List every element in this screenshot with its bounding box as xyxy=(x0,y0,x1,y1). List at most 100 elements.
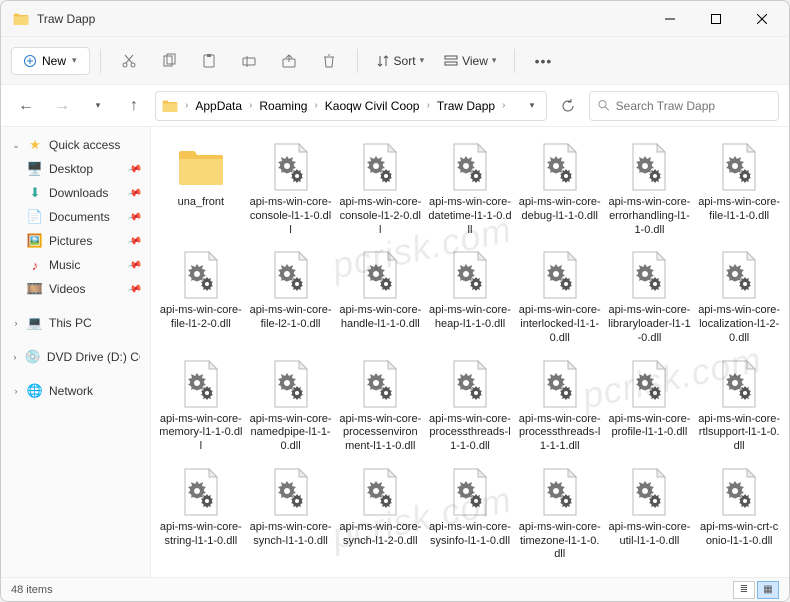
search-icon xyxy=(598,99,610,112)
sort-button[interactable]: Sort ▾ xyxy=(368,50,433,72)
pictures-icon: 🖼️ xyxy=(27,233,43,249)
dll-icon xyxy=(534,466,586,518)
file-item[interactable]: api-ms-win-core-file-l2-1-0.dll xyxy=(247,245,335,349)
new-label: New xyxy=(42,54,66,68)
file-item[interactable]: api-ms-win-core-errorhandling-l1-1-0.dll xyxy=(606,137,694,241)
sidebar: ⌄ ★ Quick access 🖥️ Desktop 📌 ⬇ Download… xyxy=(1,127,151,577)
sidebar-item-videos[interactable]: 🎞️ Videos 📌 xyxy=(1,277,150,301)
file-item[interactable]: api-ms-win-core-localization-l1-2-0.dll xyxy=(695,245,783,349)
dll-icon xyxy=(444,249,496,301)
up-button[interactable]: ↑ xyxy=(119,91,149,121)
copy-button[interactable] xyxy=(151,45,187,77)
delete-button[interactable] xyxy=(311,45,347,77)
dll-icon xyxy=(713,358,765,410)
file-item[interactable]: api-ms-win-crt-conio-l1-1-0.dll xyxy=(695,462,783,566)
minimize-button[interactable] xyxy=(647,3,693,35)
file-item[interactable]: api-ms-win-core-heap-l1-1-0.dll xyxy=(426,245,514,349)
rename-button[interactable] xyxy=(231,45,267,77)
forward-button[interactable]: → xyxy=(47,91,77,121)
icons-view-toggle[interactable]: ▦ xyxy=(757,581,779,599)
file-label: api-ms-win-core-processthreads-l1-1-1.dl… xyxy=(518,413,602,454)
folder-item[interactable]: una_front xyxy=(157,137,245,241)
details-view-toggle[interactable]: ≣ xyxy=(733,581,755,599)
view-icon xyxy=(444,54,458,68)
dll-icon xyxy=(175,358,227,410)
sidebar-item-desktop[interactable]: 🖥️ Desktop 📌 xyxy=(1,157,150,181)
cut-button[interactable] xyxy=(111,45,147,77)
chevron-right-icon: › xyxy=(248,100,253,111)
crumb-kaoqw[interactable]: Kaoqw Civil Coop xyxy=(321,97,424,115)
music-icon: ♪ xyxy=(27,257,43,273)
sidebar-item-label: Music xyxy=(49,258,80,272)
file-label: api-ms-win-core-namedpipe-l1-1-0.dll xyxy=(249,413,333,454)
chevron-down-icon: ▾ xyxy=(420,55,425,66)
file-item[interactable]: api-ms-win-core-namedpipe-l1-1-0.dll xyxy=(247,354,335,458)
chevron-right-icon: › xyxy=(313,100,318,111)
refresh-button[interactable] xyxy=(553,91,583,121)
maximize-button[interactable] xyxy=(693,3,739,35)
file-item[interactable]: api-ms-win-core-memory-l1-1-0.dll xyxy=(157,354,245,458)
pin-icon: 📌 xyxy=(126,209,142,225)
file-pane[interactable]: pcrisk.com pcrisk.com pcrisk.com una_fro… xyxy=(151,127,789,577)
star-icon: ★ xyxy=(27,137,43,153)
dll-icon xyxy=(265,358,317,410)
close-button[interactable] xyxy=(739,3,785,35)
crumb-trawdapp[interactable]: Traw Dapp xyxy=(433,97,499,115)
downloads-icon: ⬇ xyxy=(27,185,43,201)
file-item[interactable]: api-ms-win-core-sysinfo-l1-1-0.dll xyxy=(426,462,514,566)
chevron-right-icon: › xyxy=(184,100,189,111)
file-item[interactable]: api-ms-win-core-processthreads-l1-1-0.dl… xyxy=(426,354,514,458)
sidebar-item-label: DVD Drive (D:) CCCC xyxy=(47,350,140,364)
file-item[interactable]: api-ms-win-core-console-l1-1-0.dll xyxy=(247,137,335,241)
dll-icon xyxy=(265,141,317,193)
sidebar-item-music[interactable]: ♪ Music 📌 xyxy=(1,253,150,277)
search-input[interactable] xyxy=(616,99,770,113)
more-button[interactable]: ••• xyxy=(525,45,561,77)
file-item[interactable]: api-ms-win-core-libraryloader-l1-1-0.dll xyxy=(606,245,694,349)
file-label: api-ms-win-core-localization-l1-2-0.dll xyxy=(697,304,781,345)
file-item[interactable]: api-ms-win-core-synch-l1-1-0.dll xyxy=(247,462,335,566)
view-button[interactable]: View ▾ xyxy=(436,50,504,72)
sidebar-quick-access[interactable]: ⌄ ★ Quick access xyxy=(1,133,150,157)
recent-dropdown[interactable]: ▾ xyxy=(83,91,113,121)
file-item[interactable]: api-ms-win-core-datetime-l1-1-0.dll xyxy=(426,137,514,241)
chevron-down-icon: ⌄ xyxy=(11,140,21,151)
sidebar-dvd[interactable]: › 💿 DVD Drive (D:) CCCC xyxy=(1,345,150,369)
file-item[interactable]: api-ms-win-core-handle-l1-1-0.dll xyxy=(336,245,424,349)
file-item[interactable]: api-ms-win-core-file-l1-2-0.dll xyxy=(157,245,245,349)
sidebar-this-pc[interactable]: › 💻 This PC xyxy=(1,311,150,335)
file-item[interactable]: api-ms-win-core-util-l1-1-0.dll xyxy=(606,462,694,566)
sidebar-item-pictures[interactable]: 🖼️ Pictures 📌 xyxy=(1,229,150,253)
sidebar-item-downloads[interactable]: ⬇ Downloads 📌 xyxy=(1,181,150,205)
file-item[interactable]: api-ms-win-core-rtlsupport-l1-1-0.dll xyxy=(695,354,783,458)
folder-icon xyxy=(13,12,29,26)
file-item[interactable]: api-ms-win-core-processthreads-l1-1-1.dl… xyxy=(516,354,604,458)
file-item[interactable]: api-ms-win-core-interlocked-l1-1-0.dll xyxy=(516,245,604,349)
file-item[interactable]: api-ms-win-core-profile-l1-1-0.dll xyxy=(606,354,694,458)
file-item[interactable]: api-ms-win-core-console-l1-2-0.dll xyxy=(336,137,424,241)
share-button[interactable] xyxy=(271,45,307,77)
file-item[interactable]: api-ms-win-core-timezone-l1-1-0.dll xyxy=(516,462,604,566)
breadcrumb[interactable]: › AppData › Roaming › Kaoqw Civil Coop ›… xyxy=(155,91,547,121)
file-item[interactable]: api-ms-win-core-file-l1-1-0.dll xyxy=(695,137,783,241)
back-button[interactable]: ← xyxy=(11,91,41,121)
item-count: 48 items xyxy=(11,584,53,596)
file-item[interactable]: api-ms-win-core-string-l1-1-0.dll xyxy=(157,462,245,566)
dll-icon xyxy=(354,358,406,410)
file-item[interactable]: api-ms-win-core-debug-l1-1-0.dll xyxy=(516,137,604,241)
sidebar-network[interactable]: › 🌐 Network xyxy=(1,379,150,403)
dll-icon xyxy=(354,466,406,518)
paste-button[interactable] xyxy=(191,45,227,77)
file-item[interactable]: api-ms-win-core-synch-l1-2-0.dll xyxy=(336,462,424,566)
file-item[interactable]: api-ms-win-core-processenvironment-l1-1-… xyxy=(336,354,424,458)
statusbar: 48 items ≣ ▦ xyxy=(1,577,789,601)
sidebar-item-documents[interactable]: 📄 Documents 📌 xyxy=(1,205,150,229)
address-dropdown[interactable]: ▾ xyxy=(524,96,540,116)
crumb-roaming[interactable]: Roaming xyxy=(255,97,311,115)
file-label: api-ms-win-core-console-l1-2-0.dll xyxy=(338,196,422,237)
file-label: api-ms-win-core-util-l1-1-0.dll xyxy=(608,521,692,549)
crumb-appdata[interactable]: AppData xyxy=(191,97,246,115)
file-label: api-ms-win-core-errorhandling-l1-1-0.dll xyxy=(608,196,692,237)
new-button[interactable]: New ▾ xyxy=(11,47,90,75)
search-box[interactable] xyxy=(589,91,779,121)
